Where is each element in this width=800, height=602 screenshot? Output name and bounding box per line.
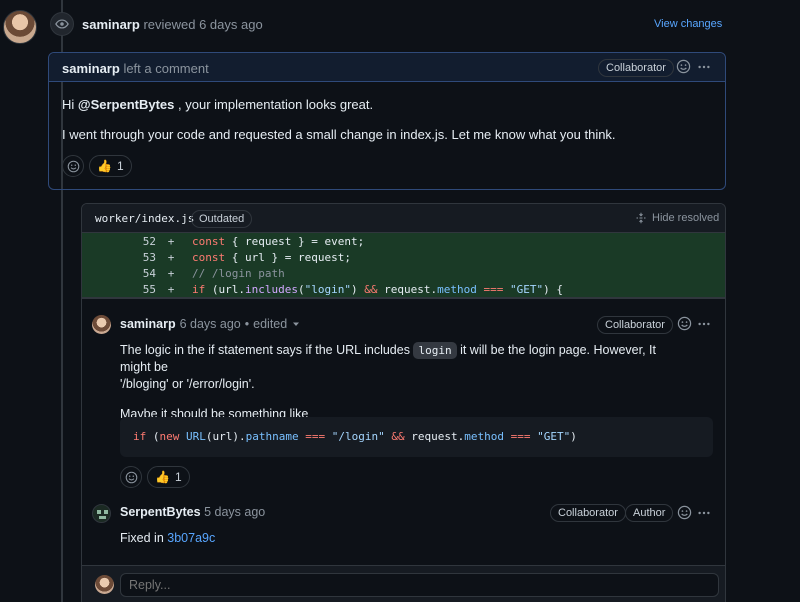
- kebab-horizontal-icon: [698, 322, 710, 326]
- add-reaction-button[interactable]: [62, 155, 84, 177]
- thumbs-up-reaction[interactable]: 👍 1: [147, 466, 190, 488]
- comment-reactions: 👍 1: [62, 155, 132, 177]
- edited-dropdown[interactable]: edited: [253, 317, 300, 331]
- comment-author[interactable]: SerpentBytes: [120, 505, 201, 519]
- collaborator-badge: Collaborator: [598, 59, 674, 77]
- collaborator-badge: Collaborator: [550, 504, 626, 522]
- more-options-button[interactable]: [695, 504, 713, 522]
- smiley-icon: [67, 160, 79, 172]
- caret-down-icon: [293, 322, 300, 326]
- review-author[interactable]: saminarp: [82, 17, 140, 32]
- comment-time[interactable]: 5 days ago: [204, 505, 265, 519]
- more-options-button[interactable]: [695, 315, 713, 333]
- thumbs-up-reaction[interactable]: 👍 1: [89, 155, 132, 177]
- diff-line: 55 + if (url.includes("login") && reques…: [142, 282, 563, 296]
- comment-line-1: Hi @SerpentBytes , your implementation l…: [62, 97, 374, 112]
- more-options-button[interactable]: [695, 58, 713, 76]
- file-header: worker/index.js Outdated Hide resolved: [82, 204, 725, 233]
- add-reaction-button[interactable]: [677, 316, 692, 331]
- inline-code: login: [413, 342, 457, 359]
- view-changes-link[interactable]: View changes: [654, 18, 722, 30]
- diff-lines: 52 + const { request } = event; 53 + con…: [82, 233, 725, 297]
- review-comment-box: saminarp left a comment Collaborator Hi …: [48, 52, 726, 190]
- comment-author[interactable]: saminarp: [120, 317, 176, 331]
- reply-input[interactable]: [120, 573, 719, 597]
- kebab-horizontal-icon: [698, 65, 710, 69]
- thread-comment-1-body: The logic in the if statement says if th…: [120, 342, 657, 421]
- smiley-icon: [677, 316, 692, 331]
- avatar-current-user: [95, 575, 114, 594]
- thread-comment-2-header: SerpentBytes 5 days ago: [120, 505, 265, 519]
- suggested-code-block: if (new URL(url).pathname === "/login" &…: [120, 417, 713, 457]
- diff-line: 53 + const { url } = request;: [142, 250, 351, 264]
- review-comment-header: saminarp left a comment Collaborator: [49, 53, 725, 82]
- review-eye-badge: [50, 12, 74, 36]
- commit-link[interactable]: 3b07a9c: [167, 531, 215, 545]
- diff-line: 52 + const { request } = event;: [142, 234, 365, 248]
- avatar-serpentbytes[interactable]: [92, 504, 111, 523]
- smiley-icon: [676, 59, 691, 74]
- outdated-badge: Outdated: [191, 210, 253, 228]
- collaborator-badge: Collaborator: [597, 316, 673, 334]
- author-badge: Author: [625, 504, 674, 522]
- thumbs-up-icon: 👍: [97, 159, 112, 173]
- kebab-horizontal-icon: [698, 511, 710, 515]
- add-reaction-button[interactable]: [677, 505, 692, 520]
- comment-time[interactable]: 6 days ago: [180, 317, 241, 331]
- fold-icon: [636, 212, 646, 224]
- hide-resolved-button[interactable]: Hide resolved: [635, 212, 719, 224]
- thread-comment-1-header: saminarp 6 days ago • edited: [120, 317, 300, 331]
- eye-icon: [55, 19, 69, 29]
- review-header: saminarp reviewed 6 days ago: [82, 17, 263, 32]
- review-thread: worker/index.js Outdated Hide resolved 5…: [81, 203, 726, 602]
- add-reaction-button[interactable]: [120, 466, 142, 488]
- comment-line-2: I went through your code and requested a…: [62, 127, 616, 142]
- thread-comment-1-reactions: 👍 1: [120, 466, 190, 488]
- add-reaction-button[interactable]: [676, 59, 691, 74]
- thread-comment-2-body: Fixed in 3b07a9c: [120, 531, 216, 545]
- smiley-icon: [125, 471, 137, 483]
- avatar-saminarp[interactable]: [3, 10, 37, 44]
- mention-link[interactable]: @SerpentBytes: [78, 97, 174, 112]
- review-action: reviewed 6 days ago: [143, 17, 263, 32]
- diff-line: 54 + // /login path: [142, 266, 285, 280]
- diff-divider: [82, 297, 725, 299]
- thumbs-up-icon: 👍: [155, 470, 170, 484]
- smiley-icon: [677, 505, 692, 520]
- comment-author[interactable]: saminarp: [62, 61, 120, 76]
- avatar-saminarp[interactable]: [92, 315, 111, 334]
- comment-action: left a comment: [123, 61, 209, 76]
- identicon-icon: [97, 510, 108, 519]
- reply-area: [82, 565, 725, 602]
- file-path[interactable]: worker/index.js: [95, 212, 194, 225]
